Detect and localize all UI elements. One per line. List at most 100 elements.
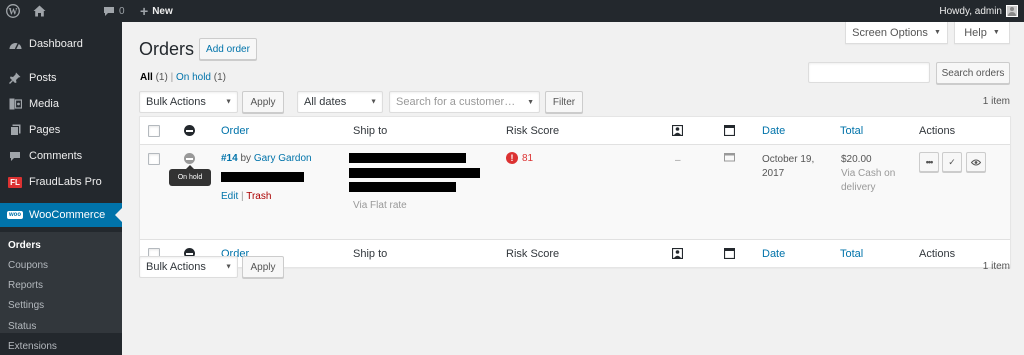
complete-action-button[interactable]: ✓ <box>942 152 962 172</box>
plus-icon: + <box>140 3 149 19</box>
status-tooltip: On hold <box>169 165 211 186</box>
screen-options-tab[interactable]: Screen Options ▼ <box>845 22 948 44</box>
submenu-coupons[interactable]: Coupons <box>8 260 48 271</box>
risk-score-value: 81 <box>522 152 534 164</box>
col-total[interactable]: Total <box>840 117 863 145</box>
comments-link[interactable]: 0 <box>103 0 125 22</box>
filter-all[interactable]: All <box>140 72 153 83</box>
customer-search-select[interactable]: Search for a customer… ▼ <box>389 91 540 113</box>
caret-down-icon: ▼ <box>933 29 941 36</box>
menu-item-pages[interactable]: Pages <box>0 118 122 142</box>
site-home-link[interactable] <box>33 0 46 22</box>
add-order-button[interactable]: Add order <box>199 38 257 60</box>
eye-icon <box>971 159 981 165</box>
caret-down-icon: ▼ <box>370 98 377 106</box>
home-icon <box>33 5 46 17</box>
menu-item-label: Comments <box>29 150 83 162</box>
bulk-actions-select-top[interactable]: Bulk Actions ▼ <box>139 91 238 113</box>
risk-score: ! 81 <box>506 152 533 164</box>
menu-item-media[interactable]: Media <box>0 92 122 116</box>
avatar <box>1006 5 1018 17</box>
menu-item-comments[interactable]: Comments <box>0 144 122 168</box>
menu-item-woocommerce[interactable]: woo WooCommerce <box>0 203 122 227</box>
menu-item-fraudlabs-pro[interactable]: FL FraudLabs Pro <box>0 170 122 194</box>
my-account-link[interactable]: Howdy, admin <box>939 0 1018 22</box>
item-count-bottom: 1 item <box>982 261 1010 272</box>
search-orders-button[interactable]: Search orders <box>936 62 1010 84</box>
caret-down-icon: ▼ <box>992 29 1000 36</box>
bulk-actions-select-bottom[interactable]: Bulk Actions ▼ <box>139 256 238 278</box>
submenu-orders[interactable]: Orders <box>8 240 41 251</box>
order-title: #14 by Gary Gardon <box>221 153 312 164</box>
dashboard-icon <box>4 39 26 50</box>
order-by-text: by <box>240 153 252 164</box>
apply-button-top[interactable]: Apply <box>242 91 284 113</box>
menu-item-label: Media <box>29 98 59 110</box>
caret-down-icon: ▼ <box>225 98 232 106</box>
col-order[interactable]: Order <box>221 117 249 145</box>
caret-down-icon: ▼ <box>225 263 232 271</box>
order-status-icon <box>184 125 195 136</box>
admin-bar: W 0 + New Howdy, admin <box>0 0 1024 22</box>
item-count-top: 1 item <box>982 96 1010 107</box>
comments-icon <box>4 151 26 162</box>
view-action-button[interactable] <box>966 152 986 172</box>
redacted-address-line <box>349 153 466 163</box>
submenu-settings[interactable]: Settings <box>8 300 44 311</box>
menu-item-label: Posts <box>29 72 57 84</box>
col-date[interactable]: Date <box>762 117 785 145</box>
new-content-link[interactable]: + New <box>140 0 173 22</box>
order-notes-icon <box>723 124 736 139</box>
submenu-status[interactable]: Status <box>8 321 36 332</box>
menu-item-label: Dashboard <box>29 38 83 50</box>
pin-icon <box>4 72 26 84</box>
filter-on-hold[interactable]: On hold <box>176 72 211 83</box>
wordpress-icon: W <box>6 4 20 18</box>
woo-icon: woo <box>7 211 23 219</box>
row-checkbox[interactable] <box>148 153 160 165</box>
select-all-checkbox[interactable] <box>148 125 160 137</box>
on-hold-status-icon <box>184 153 195 164</box>
woocommerce-submenu: Orders Coupons Reports Settings Status E… <box>0 232 122 352</box>
processing-action-button[interactable]: ••• <box>919 152 939 172</box>
col-ship-to: Ship to <box>353 125 388 137</box>
menu-item-label: WooCommerce <box>29 209 106 221</box>
trash-link[interactable]: Trash <box>246 191 271 202</box>
customer-message-icon <box>671 124 684 139</box>
howdy-text: Howdy, admin <box>939 5 1002 17</box>
help-tab[interactable]: Help ▼ <box>954 22 1010 44</box>
customer-name-link[interactable]: Gary Gardon <box>254 153 312 164</box>
caret-down-icon: ▼ <box>527 98 534 106</box>
filter-button[interactable]: Filter <box>545 91 583 113</box>
submenu-reports[interactable]: Reports <box>8 280 43 291</box>
filter-on-hold-count: (1) <box>213 72 227 83</box>
menu-item-posts[interactable]: Posts <box>0 66 122 90</box>
menu-item-label: FraudLabs Pro <box>29 176 102 188</box>
main-content: Screen Options ▼ Help ▼ Orders Add order A… <box>122 22 1024 355</box>
search-orders-input[interactable] <box>808 62 930 83</box>
col-risk-score-footer: Risk Score <box>506 248 560 260</box>
edit-link[interactable]: Edit <box>221 191 238 202</box>
col-ship-to-footer: Ship to <box>353 248 388 260</box>
apply-button-bottom[interactable]: Apply <box>242 256 284 278</box>
order-total: $20.00 Via Cash on delivery <box>841 154 896 193</box>
redacted-address-line <box>349 182 456 192</box>
row-actions: Edit | Trash <box>221 191 272 202</box>
wordpress-logo[interactable]: W <box>6 0 20 22</box>
customer-message-icon <box>671 247 684 262</box>
dates-select[interactable]: All dates ▼ <box>297 91 383 113</box>
col-date-footer[interactable]: Date <box>762 240 785 268</box>
page-title: Orders <box>139 39 195 59</box>
col-risk-score: Risk Score <box>506 125 560 137</box>
col-total-footer[interactable]: Total <box>840 240 863 268</box>
redacted-email <box>221 172 304 182</box>
order-notes-row-icon <box>724 153 735 166</box>
col-actions: Actions <box>919 125 956 137</box>
table-row: On hold #14 by Gary Gardon Edit | Trash … <box>140 145 1010 239</box>
menu-item-dashboard[interactable]: Dashboard <box>0 32 122 56</box>
new-label: New <box>152 5 173 17</box>
submenu-extensions[interactable]: Extensions <box>8 341 57 352</box>
ship-via: Via Flat rate <box>353 200 407 211</box>
filter-separator: | <box>170 72 174 83</box>
order-number-link[interactable]: #14 <box>221 153 238 164</box>
